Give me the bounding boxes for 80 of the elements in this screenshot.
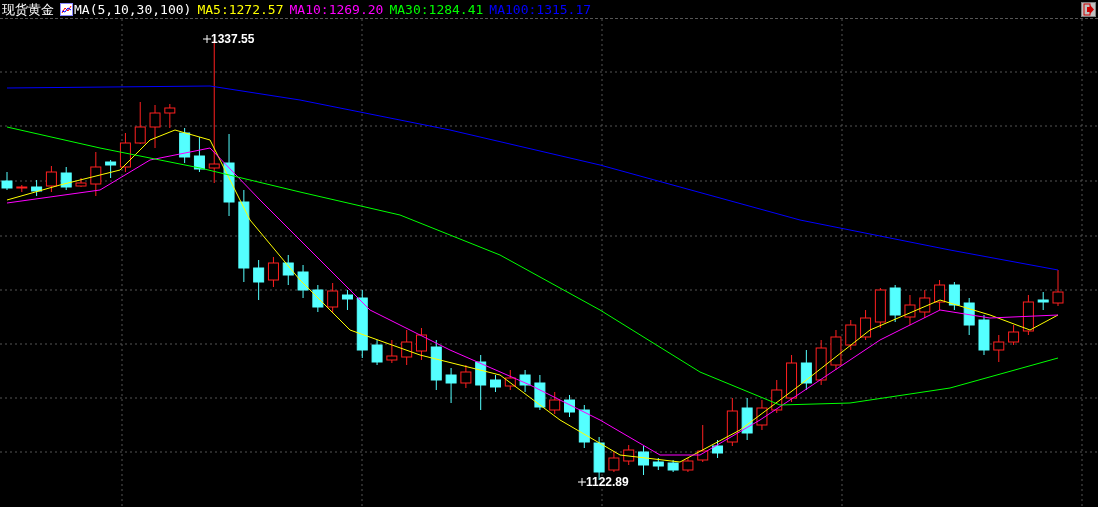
candlestick (948, 281, 960, 311)
candlestick (519, 369, 531, 393)
candlestick (149, 104, 161, 149)
candlestick (963, 297, 975, 336)
candlestick (504, 369, 516, 391)
instrument-title: 现货黄金 (2, 2, 54, 16)
candlestick (771, 379, 783, 414)
exit-icon[interactable] (1081, 1, 1096, 17)
moving-average-reading: MA100:1315.17 (489, 2, 592, 16)
candlestick (386, 339, 398, 364)
candlestick (623, 444, 635, 466)
candlestick (1, 171, 13, 191)
candlestick (993, 334, 1005, 363)
candlestick (712, 439, 724, 459)
candlestick (756, 399, 768, 431)
candlestick (31, 179, 43, 197)
indicator-name: MA(5,10,30,100) (74, 2, 192, 16)
candlestick (253, 259, 265, 301)
candlestick (845, 319, 857, 351)
candlestick (416, 327, 427, 361)
candlestick (1052, 269, 1064, 307)
candlestick (815, 339, 827, 386)
line-chart-icon[interactable] (60, 2, 73, 16)
moving-average-reading: MA10:1269.20 (289, 2, 384, 16)
candlestick (549, 391, 561, 415)
candlestick (1008, 324, 1020, 346)
candlestick (534, 374, 546, 411)
candlestick (356, 289, 368, 359)
candlestick (119, 132, 131, 173)
candlestick (1037, 291, 1049, 311)
candlestick (445, 367, 457, 404)
candlestick (919, 289, 931, 319)
candlestick (475, 354, 487, 411)
candlestick (667, 459, 679, 473)
crosshair-icon (203, 35, 211, 43)
candlestick (179, 127, 191, 164)
candlestick (608, 450, 620, 473)
candlestick (341, 289, 353, 311)
candlestick (164, 103, 176, 129)
high-price-label: 1337.55 (211, 33, 255, 45)
candlestick (934, 279, 946, 311)
candlestick (682, 457, 694, 473)
candlestick (889, 284, 901, 323)
candlestick (564, 394, 575, 418)
candlestick (638, 445, 649, 476)
low-price-label: 1122.89 (586, 476, 629, 488)
candlestick (800, 349, 812, 391)
candlestick (830, 329, 842, 371)
candlestick (697, 424, 709, 463)
candlestick (45, 165, 57, 193)
candlestick (860, 309, 872, 341)
candlestick (1022, 294, 1034, 336)
candlestick (401, 329, 413, 366)
candlestick (978, 314, 990, 356)
candlestick (75, 177, 87, 188)
candlestick (90, 151, 102, 197)
candlestick (726, 397, 738, 447)
candlestick (460, 364, 472, 389)
moving-average-reading: MA30:1284.41 (389, 2, 484, 16)
candlestick (430, 339, 442, 391)
candlestick (327, 282, 339, 314)
candlestick (786, 354, 798, 403)
candlestick (652, 457, 664, 471)
candlestick (193, 136, 205, 173)
crosshair-icon (578, 478, 586, 486)
candlestick (16, 184, 28, 193)
candlestick (105, 159, 117, 179)
candlestick (874, 287, 886, 329)
candlestick (282, 254, 294, 286)
candlestick (312, 284, 324, 313)
candlestick (371, 339, 383, 366)
candlestick (297, 264, 309, 299)
candlestick (741, 397, 753, 441)
candlestick (490, 374, 501, 393)
candlestick (904, 294, 916, 326)
candlestick (267, 256, 279, 288)
candlestick (134, 101, 146, 145)
candlestick (60, 166, 72, 191)
moving-average-reading: MA5:1272.57 (197, 2, 284, 16)
candlestick (578, 404, 590, 449)
